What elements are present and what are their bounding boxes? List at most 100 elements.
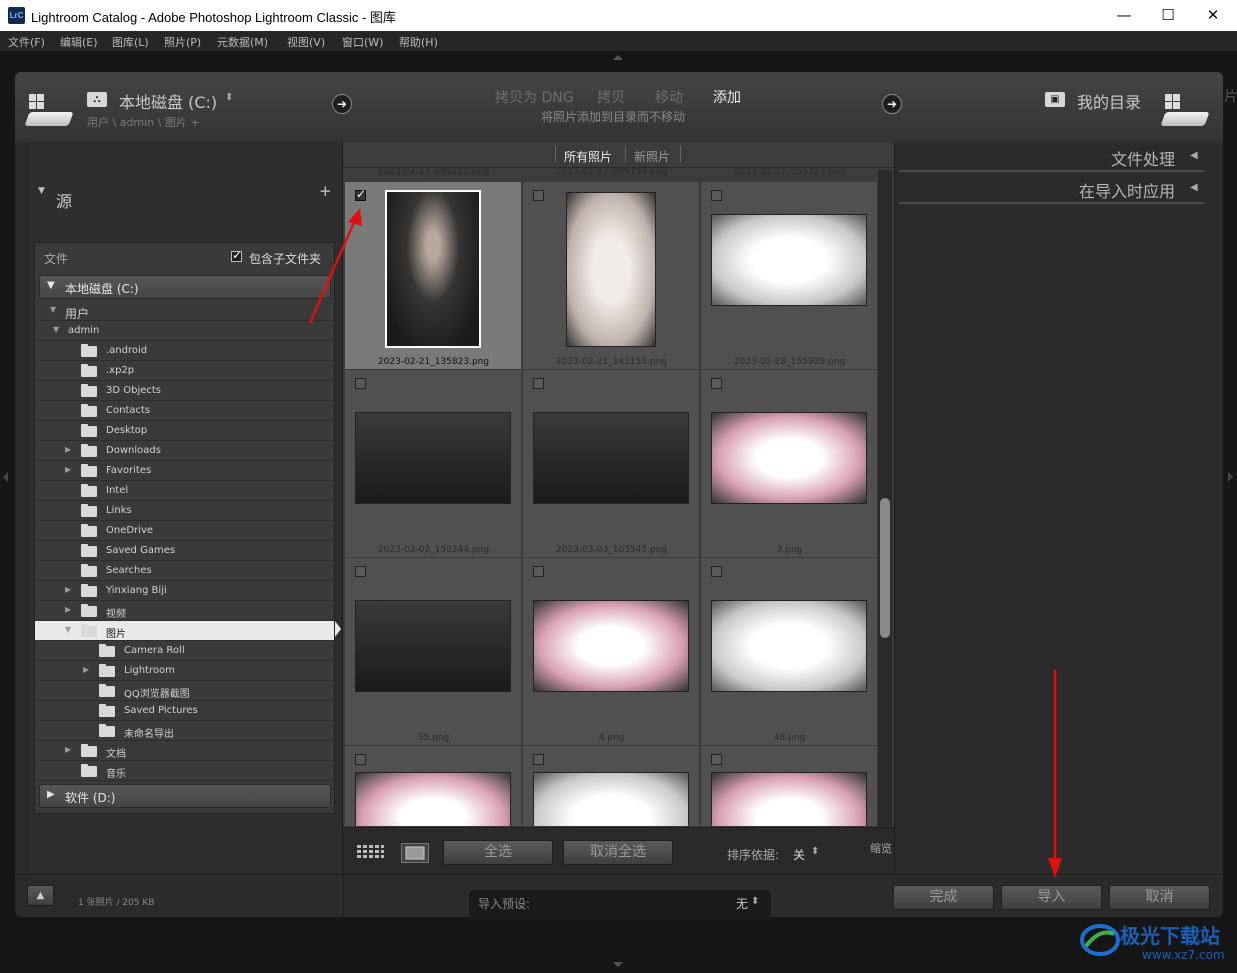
- menu-edit[interactable]: 编辑(E): [60, 34, 98, 50]
- mode-copy-dng[interactable]: 拷贝为 DNG: [495, 87, 574, 107]
- photo-cell[interactable]: 2023-03-02_150244.png: [345, 370, 522, 558]
- tab-new-photos[interactable]: 新照片: [634, 148, 670, 165]
- folder-row[interactable]: Intel: [35, 481, 334, 501]
- folder-row[interactable]: ▶ Yinxiang Biji: [35, 581, 334, 601]
- expand-icon[interactable]: ▶: [65, 465, 71, 474]
- source-drive-name[interactable]: 本地磁盘 (C:): [119, 89, 217, 113]
- cancel-button[interactable]: 取消: [1109, 885, 1210, 910]
- folder-row[interactable]: ▶ Lightroom: [35, 661, 334, 681]
- folder-row[interactable]: Saved Games: [35, 541, 334, 561]
- photo-checkbox[interactable]: [711, 566, 722, 577]
- done-button[interactable]: 完成: [893, 885, 994, 910]
- photo-checkbox[interactable]: [711, 754, 722, 765]
- photo-checkbox[interactable]: [355, 378, 366, 389]
- folder-row[interactable]: ▶ 文档: [35, 741, 334, 761]
- file-handling-header[interactable]: 文件处理: [1111, 146, 1175, 170]
- photo-checkbox[interactable]: [533, 378, 544, 389]
- collapse-right-panel-icon[interactable]: [1228, 472, 1233, 482]
- expand-icon[interactable]: ▶: [65, 445, 71, 454]
- preset-dropdown-icon[interactable]: ⬍: [751, 896, 759, 907]
- photo-cell[interactable]: [701, 746, 878, 827]
- folder-row[interactable]: Links: [35, 501, 334, 521]
- include-subfolders-checkbox[interactable]: [231, 248, 242, 262]
- mode-copy[interactable]: 拷贝: [597, 87, 625, 107]
- photo-cell[interactable]: 2023-03-03_103545.png: [523, 370, 700, 558]
- sort-value[interactable]: 关: [793, 846, 805, 863]
- folder-row[interactable]: Contacts: [35, 401, 334, 421]
- photo-cell[interactable]: 2023-02-21_141153.png: [523, 182, 700, 370]
- folder-row[interactable]: Camera Roll: [35, 641, 334, 661]
- maximize-button[interactable]: ☐: [1145, 0, 1191, 31]
- grid-scroll-thumb[interactable]: [880, 498, 890, 638]
- collapse-file-handling-icon[interactable]: ◀: [1190, 150, 1198, 161]
- expand-icon[interactable]: ▶: [47, 789, 55, 800]
- menu-window[interactable]: 窗口(W): [342, 34, 383, 50]
- preset-value[interactable]: 无: [736, 895, 748, 912]
- tab-all-photos[interactable]: 所有照片: [564, 148, 612, 165]
- menu-library[interactable]: 图库(L): [112, 34, 149, 50]
- photo-checkbox[interactable]: [711, 378, 722, 389]
- folder-row[interactable]: Searches: [35, 561, 334, 581]
- photo-cell[interactable]: 2023-02-28_155929.png: [701, 182, 878, 370]
- photo-cell[interactable]: 2023-02-21_135823.png: [345, 182, 522, 370]
- add-source-icon[interactable]: +: [319, 182, 332, 200]
- expand-icon[interactable]: ▼: [47, 280, 55, 291]
- folder-row[interactable]: 音乐: [35, 761, 334, 781]
- collapse-source-icon[interactable]: ▼: [38, 186, 45, 196]
- photo-checkbox[interactable]: [533, 566, 544, 577]
- mode-move[interactable]: 移动: [655, 87, 683, 107]
- expand-icon[interactable]: ▶: [65, 585, 71, 594]
- menu-metadata[interactable]: 元数据(M): [217, 34, 268, 50]
- photo-checkbox[interactable]: [355, 754, 366, 765]
- sort-dropdown-icon[interactable]: ⬍: [811, 846, 819, 857]
- expand-toggle-button[interactable]: ▲: [27, 885, 54, 906]
- drive-d-row[interactable]: ▶ 软件 (D:): [39, 784, 331, 808]
- folder-row[interactable]: 3D Objects: [35, 381, 334, 401]
- photo-checkbox[interactable]: [355, 566, 366, 577]
- apply-during-import-header[interactable]: 在导入时应用: [1079, 178, 1175, 202]
- select-all-button[interactable]: 全选: [443, 840, 553, 865]
- collapse-bottom-panel-icon[interactable]: [613, 962, 623, 967]
- collapse-icon[interactable]: ▼: [50, 305, 56, 314]
- photo-checkbox[interactable]: [533, 190, 544, 201]
- folder-row[interactable]: ▼ 图片: [35, 621, 334, 641]
- mode-add[interactable]: 添加: [713, 87, 741, 107]
- deselect-all-button[interactable]: 取消全选: [563, 840, 673, 865]
- folder-row[interactable]: ▶ Downloads: [35, 441, 334, 461]
- close-window-button[interactable]: ✕: [1190, 0, 1236, 31]
- folder-row[interactable]: 未命名导出: [35, 721, 334, 741]
- folder-row[interactable]: ▼ admin: [35, 321, 334, 341]
- folder-row[interactable]: ▶ 视频: [35, 601, 334, 621]
- folder-row[interactable]: .xp2p: [35, 361, 334, 381]
- expand-icon[interactable]: ▶: [65, 605, 71, 614]
- folder-row[interactable]: QQ浏览器截图: [35, 681, 334, 701]
- collapse-icon[interactable]: ▼: [53, 325, 59, 334]
- photo-cell[interactable]: [345, 746, 522, 827]
- photo-cell[interactable]: 4.png: [523, 558, 700, 746]
- minimize-button[interactable]: —: [1101, 0, 1147, 31]
- folder-row[interactable]: Saved Pictures: [35, 701, 334, 721]
- photo-cell[interactable]: 48.png: [701, 558, 878, 746]
- expand-icon[interactable]: ▶: [65, 745, 71, 754]
- import-button[interactable]: 导入: [1001, 885, 1102, 910]
- photo-cell[interactable]: [523, 746, 700, 827]
- collapse-icon[interactable]: ▼: [65, 625, 71, 634]
- collapse-left-panel-icon[interactable]: [3, 472, 8, 482]
- folder-row[interactable]: Desktop: [35, 421, 334, 441]
- menu-view[interactable]: 视图(V): [287, 34, 325, 50]
- expand-icon[interactable]: ▶: [83, 665, 89, 674]
- collapse-top-panel-icon[interactable]: [613, 55, 623, 60]
- photo-cell[interactable]: 35.png: [345, 558, 522, 746]
- photo-checkbox[interactable]: [711, 190, 722, 201]
- folder-row[interactable]: OneDrive: [35, 521, 334, 541]
- source-dropdown-icon[interactable]: ⬍: [225, 92, 233, 103]
- photo-cell[interactable]: 3.png: [701, 370, 878, 558]
- grid-view-icon[interactable]: [356, 844, 385, 862]
- collapse-apply-icon[interactable]: ◀: [1190, 182, 1198, 193]
- drive-c-row[interactable]: ▼ 本地磁盘 (C:): [39, 275, 331, 299]
- folder-row[interactable]: .android: [35, 341, 334, 361]
- menu-file[interactable]: 文件(F): [8, 34, 45, 50]
- menu-photo[interactable]: 照片(P): [164, 34, 201, 50]
- folder-row[interactable]: ▼ 用户: [35, 301, 334, 321]
- photo-checkbox[interactable]: [533, 754, 544, 765]
